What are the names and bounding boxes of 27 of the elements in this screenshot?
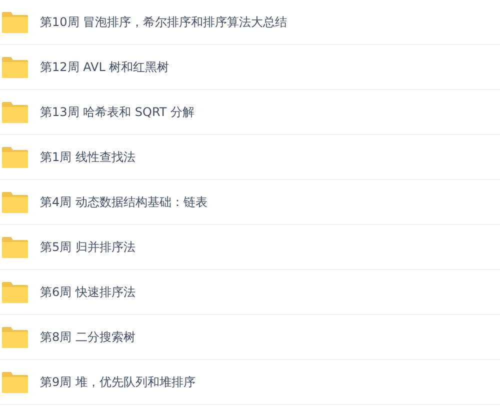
folder-icon: [2, 282, 28, 302]
folder-row[interactable]: 第12周 AVL 树和红黑树: [0, 45, 500, 90]
folder-row[interactable]: 第6周 快速排序法: [0, 270, 500, 315]
folder-row[interactable]: 第1周 线性查找法: [0, 135, 500, 180]
folder-row[interactable]: 第5周 归并排序法: [0, 225, 500, 270]
folder-icon: [2, 102, 28, 122]
folder-icon: [2, 236, 28, 258]
folder-icon: [2, 372, 28, 392]
folder-row[interactable]: 第13周 哈希表和 SQRT 分解: [0, 90, 500, 135]
folder-row[interactable]: 第9周 堆，优先队列和堆排序: [0, 360, 500, 405]
folder-icon: [2, 56, 28, 78]
folder-icon: [2, 192, 28, 212]
folder-icon: [2, 326, 28, 348]
folder-icon: [2, 12, 28, 32]
folder-name: 第1周 线性查找法: [40, 148, 136, 166]
folder-name: 第12周 AVL 树和红黑树: [40, 58, 170, 76]
folder-name: 第13周 哈希表和 SQRT 分解: [40, 104, 195, 120]
folder-name: 第10周 冒泡排序，希尔排序和排序算法大总结: [40, 14, 288, 30]
folder-name: 第9周 堆，优先队列和堆排序: [40, 374, 196, 390]
folder-icon: [2, 146, 28, 168]
folder-name: 第6周 快速排序法: [40, 284, 136, 300]
folder-row[interactable]: 第8周 二分搜索树: [0, 315, 500, 360]
folder-name: 第5周 归并排序法: [40, 238, 136, 256]
folder-name: 第4周 动态数据结构基础：链表: [40, 194, 208, 210]
folder-name: 第8周 二分搜索树: [40, 328, 136, 346]
folder-row[interactable]: 第10周 冒泡排序，希尔排序和排序算法大总结: [0, 0, 500, 45]
folder-row[interactable]: 第4周 动态数据结构基础：链表: [0, 180, 500, 225]
